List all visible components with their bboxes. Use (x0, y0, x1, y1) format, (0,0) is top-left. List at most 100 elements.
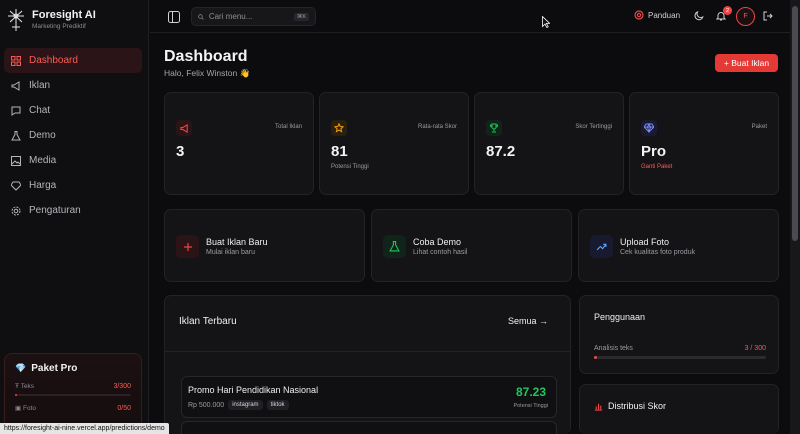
search-box[interactable]: ⌘K (191, 7, 316, 26)
stat-value: Pro (641, 143, 667, 160)
recent-ads-panel: Iklan Terbaru Semua → Promo Hari Pendidi… (164, 295, 571, 434)
trophy-icon (486, 120, 502, 136)
theme-toggle-button[interactable] (692, 9, 706, 23)
guide-button[interactable]: Panduan (634, 10, 680, 20)
logo-icon (6, 8, 26, 32)
scrollbar-thumb[interactable] (792, 6, 798, 241)
ad-score: 87.23 (515, 385, 546, 399)
sidebar-item-label: Chat (29, 105, 51, 116)
ad-title: Promo Hari Pendidikan Nasional (188, 385, 319, 395)
logout-button[interactable] (761, 9, 775, 23)
ad-list-item[interactable] (181, 421, 557, 434)
sidebar-item-pengaturan[interactable]: Pengaturan (4, 198, 142, 223)
scrollbar[interactable] (790, 0, 800, 434)
image-icon (11, 155, 21, 166)
guide-label: Panduan (648, 10, 681, 20)
ad-tag: tiktok (266, 400, 289, 410)
action-subtitle: Lihat contoh hasil (413, 249, 468, 256)
usage-panel: Penggunaan Analisis teks 3 / 300 (579, 295, 779, 374)
shortcut-badge: ⌘K (293, 12, 309, 21)
sidebar-item-dashboard[interactable]: Dashboard (4, 48, 142, 73)
gem-icon: 💎 (15, 363, 27, 373)
score-distribution-panel: Distribusi Skor (579, 384, 779, 434)
quota-photo: ▣ Foto 0/50 (15, 404, 131, 413)
search-input[interactable] (208, 12, 289, 21)
stat-value: 87.2 (486, 143, 516, 160)
stat-label: Total Iklan (274, 124, 302, 130)
change-plan-link[interactable]: Ganti Paket (641, 164, 672, 170)
gem-icon (641, 120, 657, 136)
trend-up-icon (590, 235, 613, 258)
search-icon (198, 13, 204, 20)
plus-icon (176, 235, 199, 258)
stat-card-total-ads: Total Iklan 3 (164, 92, 314, 195)
ad-list-item[interactable]: Promo Hari Pendidikan Nasional Rp 500.00… (181, 376, 557, 418)
pro-plan-card: 💎 Paket Pro Ŧ Teks 3/300 ▣ Foto 0/50 (4, 353, 142, 433)
action-title: Upload Foto (620, 237, 670, 247)
pro-plan-title: 💎 Paket Pro (15, 363, 78, 374)
score-distribution-title: Distribusi Skor (594, 401, 666, 411)
usage-label: Analisis teks (594, 345, 633, 352)
moon-icon (694, 11, 704, 21)
stat-value: 3 (176, 143, 185, 160)
usage-bar-fill (594, 356, 597, 359)
text-icon: Ŧ (15, 383, 19, 390)
sidebar-nav: Dashboard Iklan Chat Demo Media Harga Pe… (4, 48, 142, 223)
brand[interactable]: Foresight AI Marketing Prediktif (6, 8, 96, 32)
ad-tag: instagram (228, 400, 263, 410)
view-all-link[interactable]: Semua → (508, 316, 548, 326)
sidebar-item-label: Harga (29, 180, 57, 191)
lifebuoy-icon (634, 10, 644, 20)
sidebar-item-label: Media (29, 155, 57, 166)
status-url: https://foresight-ai-nine.vercel.app/pre… (0, 423, 169, 434)
greeting: Halo, Felix Winston 👋 (164, 68, 251, 78)
action-card-upload-photo[interactable]: Upload Foto Cek kualitas foto produk (578, 209, 779, 282)
sidebar-item-label: Demo (29, 130, 56, 141)
stat-card-plan: Paket Pro Ganti Paket (629, 92, 779, 195)
sidebar-item-demo[interactable]: Demo (4, 123, 142, 148)
image-icon: ▣ (15, 405, 22, 412)
stat-note: Potensi Tinggi (331, 164, 369, 170)
avatar[interactable]: F (736, 7, 755, 26)
quota-value: 0/50 (117, 404, 131, 412)
stat-value: 81 (331, 143, 348, 160)
divider (165, 351, 570, 352)
sidebar-item-harga[interactable]: Harga (4, 173, 142, 198)
ad-score-label: Potensi Tinggi (513, 403, 548, 409)
page-title: Dashboard (164, 48, 248, 65)
ad-meta: Rp 500.000 instagram tiktok (188, 400, 289, 410)
sidebar-item-label: Pengaturan (29, 205, 81, 216)
action-card-try-demo[interactable]: Coba Demo Lihat contoh hasil (371, 209, 572, 282)
sidebar-item-media[interactable]: Media (4, 148, 142, 173)
stat-label: Paket (751, 124, 767, 130)
sidebar-item-chat[interactable]: Chat (4, 98, 142, 123)
quota-bar-fill (15, 394, 17, 396)
recent-ads-title: Iklan Terbaru (179, 316, 237, 327)
sidebar-toggle-icon (168, 11, 180, 23)
sidebar-toggle-button[interactable] (168, 10, 180, 23)
chat-icon (11, 106, 21, 116)
notification-button[interactable]: 2 (714, 6, 732, 23)
action-subtitle: Cek kualitas foto produk (620, 249, 696, 256)
quota-text: Ŧ Teks 3/300 (15, 383, 131, 390)
bar-chart-icon (594, 403, 603, 411)
action-title: Coba Demo (413, 237, 462, 247)
megaphone-icon (176, 120, 192, 136)
quota-bar (15, 394, 131, 396)
sidebar-item-label: Iklan (29, 80, 51, 91)
mouse-cursor-icon (542, 15, 551, 29)
sidebar-item-iklan[interactable]: Iklan (4, 73, 142, 98)
create-ad-button[interactable]: + Buat Iklan (715, 54, 778, 72)
topbar: ⌘K Panduan 2 F (150, 0, 790, 33)
action-card-create-ad[interactable]: Buat Iklan Baru Mulai iklan baru (164, 209, 365, 282)
sidebar: Foresight AI Marketing Prediktif Dashboa… (0, 0, 149, 434)
gear-icon (11, 206, 21, 215)
gem-icon (11, 181, 21, 191)
usage-title: Penggunaan (594, 312, 646, 322)
usage-value: 3 / 300 (744, 345, 766, 352)
ad-price: Rp 500.000 (188, 401, 225, 409)
logout-icon (763, 11, 773, 21)
stat-card-average-score: Rata-rata Skor 81 Potensi Tinggi (319, 92, 469, 195)
notification-badge: 2 (723, 6, 732, 15)
stat-label: Rata-rata Skor (417, 124, 457, 130)
